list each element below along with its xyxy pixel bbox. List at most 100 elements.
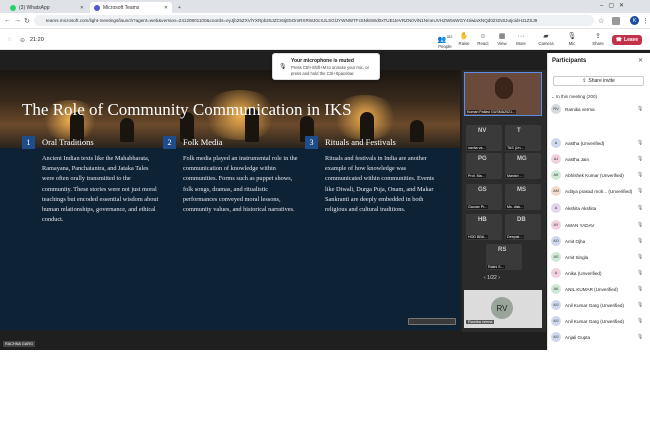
- extensions-icon[interactable]: [612, 17, 620, 25]
- camera-icon: ▰: [543, 33, 549, 40]
- video-tile[interactable]: NV navita va...: [466, 125, 502, 151]
- leave-button[interactable]: ☎ Leave: [612, 35, 642, 45]
- participant-name: Amit Singla: [565, 255, 589, 260]
- grid-icon: ▦: [498, 33, 506, 40]
- slide-controls[interactable]: [408, 318, 456, 325]
- mic-off-icon: 🎙: [567, 33, 577, 40]
- star-icon[interactable]: ☆: [598, 17, 604, 25]
- participant-name: Anil Kumar Garg (Unverified): [565, 319, 624, 324]
- avatar: A: [551, 268, 561, 278]
- smile-icon: ☺: [479, 33, 487, 40]
- participant-row[interactable]: A Aastha (Unverified) 🎙: [551, 138, 646, 152]
- avatar: A: [551, 138, 561, 148]
- share-icon: ⇪: [582, 78, 587, 84]
- mic-off-icon: 🎙: [637, 188, 644, 194]
- grid-pager[interactable]: ‹ 1/22 ›: [484, 275, 500, 281]
- column-body: Rituals and festivals in India are anoth…: [325, 155, 435, 214]
- column-number: 3: [305, 136, 318, 149]
- participant-row[interactable]: AG Anil Kumar Garg (Unverified) 🎙: [551, 316, 646, 330]
- video-tile[interactable]: DB Deepak ...: [505, 214, 541, 240]
- video-tile[interactable]: RS Rakhi S...: [486, 244, 522, 270]
- record-icon: ⊖: [20, 38, 26, 44]
- column-body: Ancient Indian texts like the Mahabharat…: [42, 155, 159, 224]
- column-body: Folk media played an instrumental role i…: [183, 155, 298, 214]
- participant-name: Amit Ojha: [565, 239, 586, 244]
- participant-row[interactable]: AS Amit Singla 🎙: [551, 252, 646, 266]
- mic-off-icon: 🎙: [637, 205, 644, 211]
- meeting-toolbar: ◌ ⊖ 21:20 👥283 People ✋ Raise ☺ React ▦ …: [0, 30, 650, 50]
- self-video-tile[interactable]: Kumari Pallavi GUSMA2021...: [464, 72, 542, 116]
- more-button[interactable]: ··· More: [512, 33, 530, 46]
- avatar: AK: [551, 284, 561, 294]
- participant-row[interactable]: A Anika (Unverified) 🎙: [551, 268, 646, 282]
- forward-icon[interactable]: →: [14, 17, 21, 24]
- participant-row[interactable]: AJ Aastha Jain 🎙: [551, 154, 646, 168]
- people-button[interactable]: 👥283 People: [436, 33, 454, 49]
- mic-off-icon: 🎙: [637, 334, 644, 340]
- video-tile[interactable]: HB HOD BBA...: [466, 214, 502, 240]
- avatar: AJ: [551, 154, 561, 164]
- mic-off-icon: 🎙: [637, 238, 644, 244]
- back-icon[interactable]: ←: [4, 17, 11, 24]
- in-meeting-header[interactable]: ⌄ In this meeting (200): [551, 94, 597, 100]
- tab-teams[interactable]: Microsoft Teams ✕: [90, 2, 172, 13]
- new-tab-button[interactable]: +: [174, 2, 184, 13]
- video-tile[interactable]: GS Gaurav Pr...: [466, 184, 502, 210]
- participant-row[interactable]: RV Ramika verma 🎙: [551, 104, 646, 118]
- participant-name: Aditya prasad moh... (Unverified): [565, 189, 633, 194]
- mic-off-icon: 🎙: [637, 156, 644, 162]
- participant-row[interactable]: AG Anjali Gupta 🎙: [551, 332, 646, 346]
- participant-name: AMAN YADAV: [565, 223, 595, 228]
- reload-icon[interactable]: ↻: [24, 17, 30, 25]
- window-controls[interactable]: –▢✕: [600, 2, 629, 9]
- tab-label: Microsoft Teams: [103, 4, 140, 11]
- teams-icon: [94, 4, 100, 11]
- video-tile[interactable]: MG Manish ...: [505, 153, 541, 179]
- column-number: 1: [22, 136, 35, 149]
- column-heading: Rituals and Festivals: [325, 137, 396, 147]
- mic-off-icon: 🎙: [637, 318, 644, 324]
- mic-off-icon: 🎙: [279, 64, 287, 70]
- video-tile[interactable]: MS Ms. disk...: [505, 184, 541, 210]
- profile-avatar[interactable]: K: [630, 16, 639, 25]
- participant-name: Anil Kumar Garg (Unverified): [565, 303, 624, 308]
- tab-whatsapp[interactable]: (3) WhatsApp ✕: [6, 2, 88, 13]
- camera-button[interactable]: ▰ Camera: [537, 33, 555, 46]
- avatar: AM: [551, 186, 561, 196]
- menu-icon[interactable]: ⋮: [642, 17, 649, 25]
- close-icon[interactable]: ✕: [638, 57, 643, 64]
- avatar: AO: [551, 236, 561, 246]
- avatar: AK: [551, 170, 561, 180]
- share-icon: ⇪: [595, 33, 601, 40]
- participant-row[interactable]: AG Anil Kumar Garg (Unverified) 🎙: [551, 300, 646, 314]
- tab-label: (3) WhatsApp: [19, 4, 50, 11]
- url-input[interactable]: teams.microsoft.com/light-meetings/launc…: [34, 15, 594, 26]
- raise-hand-button[interactable]: ✋ Raise: [455, 33, 473, 46]
- mic-button[interactable]: 🎙 Mic: [563, 33, 581, 46]
- participant-row[interactable]: AM Aditya prasad moh... (Unverified) 🎙: [551, 186, 646, 200]
- participant-name: Aastha Jain: [565, 157, 590, 162]
- participant-row[interactable]: AY AMAN YADAV 🎙: [551, 220, 646, 234]
- mic-off-icon: 🎙: [637, 254, 644, 260]
- share-button[interactable]: ⇪ Share: [589, 33, 607, 46]
- share-invite-button[interactable]: ⇪ Share invite: [553, 76, 644, 86]
- mic-off-icon: 🎙: [637, 270, 644, 276]
- participant-name: Akshita Akshita: [565, 206, 597, 211]
- participant-row[interactable]: AO Amit Ojha 🎙: [551, 236, 646, 250]
- close-icon[interactable]: ✕: [164, 5, 168, 11]
- participant-row[interactable]: AK ANIL KUMAR (Unverified) 🎙: [551, 284, 646, 298]
- video-tile[interactable]: T TAS (Un...: [505, 125, 541, 151]
- silhouette-figure: [410, 120, 424, 142]
- participant-row[interactable]: A Akshita Akshita 🎙: [551, 203, 646, 217]
- participant-row[interactable]: AK Abhishek Kumar (Unverified) 🎙: [551, 170, 646, 184]
- chevron-right-icon[interactable]: ›: [498, 275, 500, 281]
- view-button[interactable]: ▦ View: [493, 33, 511, 46]
- react-button[interactable]: ☺ React: [474, 33, 492, 46]
- mic-off-icon: 🎙: [637, 286, 644, 292]
- address-bar-row: ← → ↻ teams.microsoft.com/light-meetings…: [0, 13, 650, 29]
- close-icon[interactable]: ✕: [80, 5, 84, 11]
- stage-name-label: RACHNA GARG: [3, 341, 36, 347]
- toast-title: Your microphone is muted: [291, 58, 354, 64]
- avatar: AS: [551, 252, 561, 262]
- video-tile[interactable]: PG Prof. Ma...: [466, 153, 502, 179]
